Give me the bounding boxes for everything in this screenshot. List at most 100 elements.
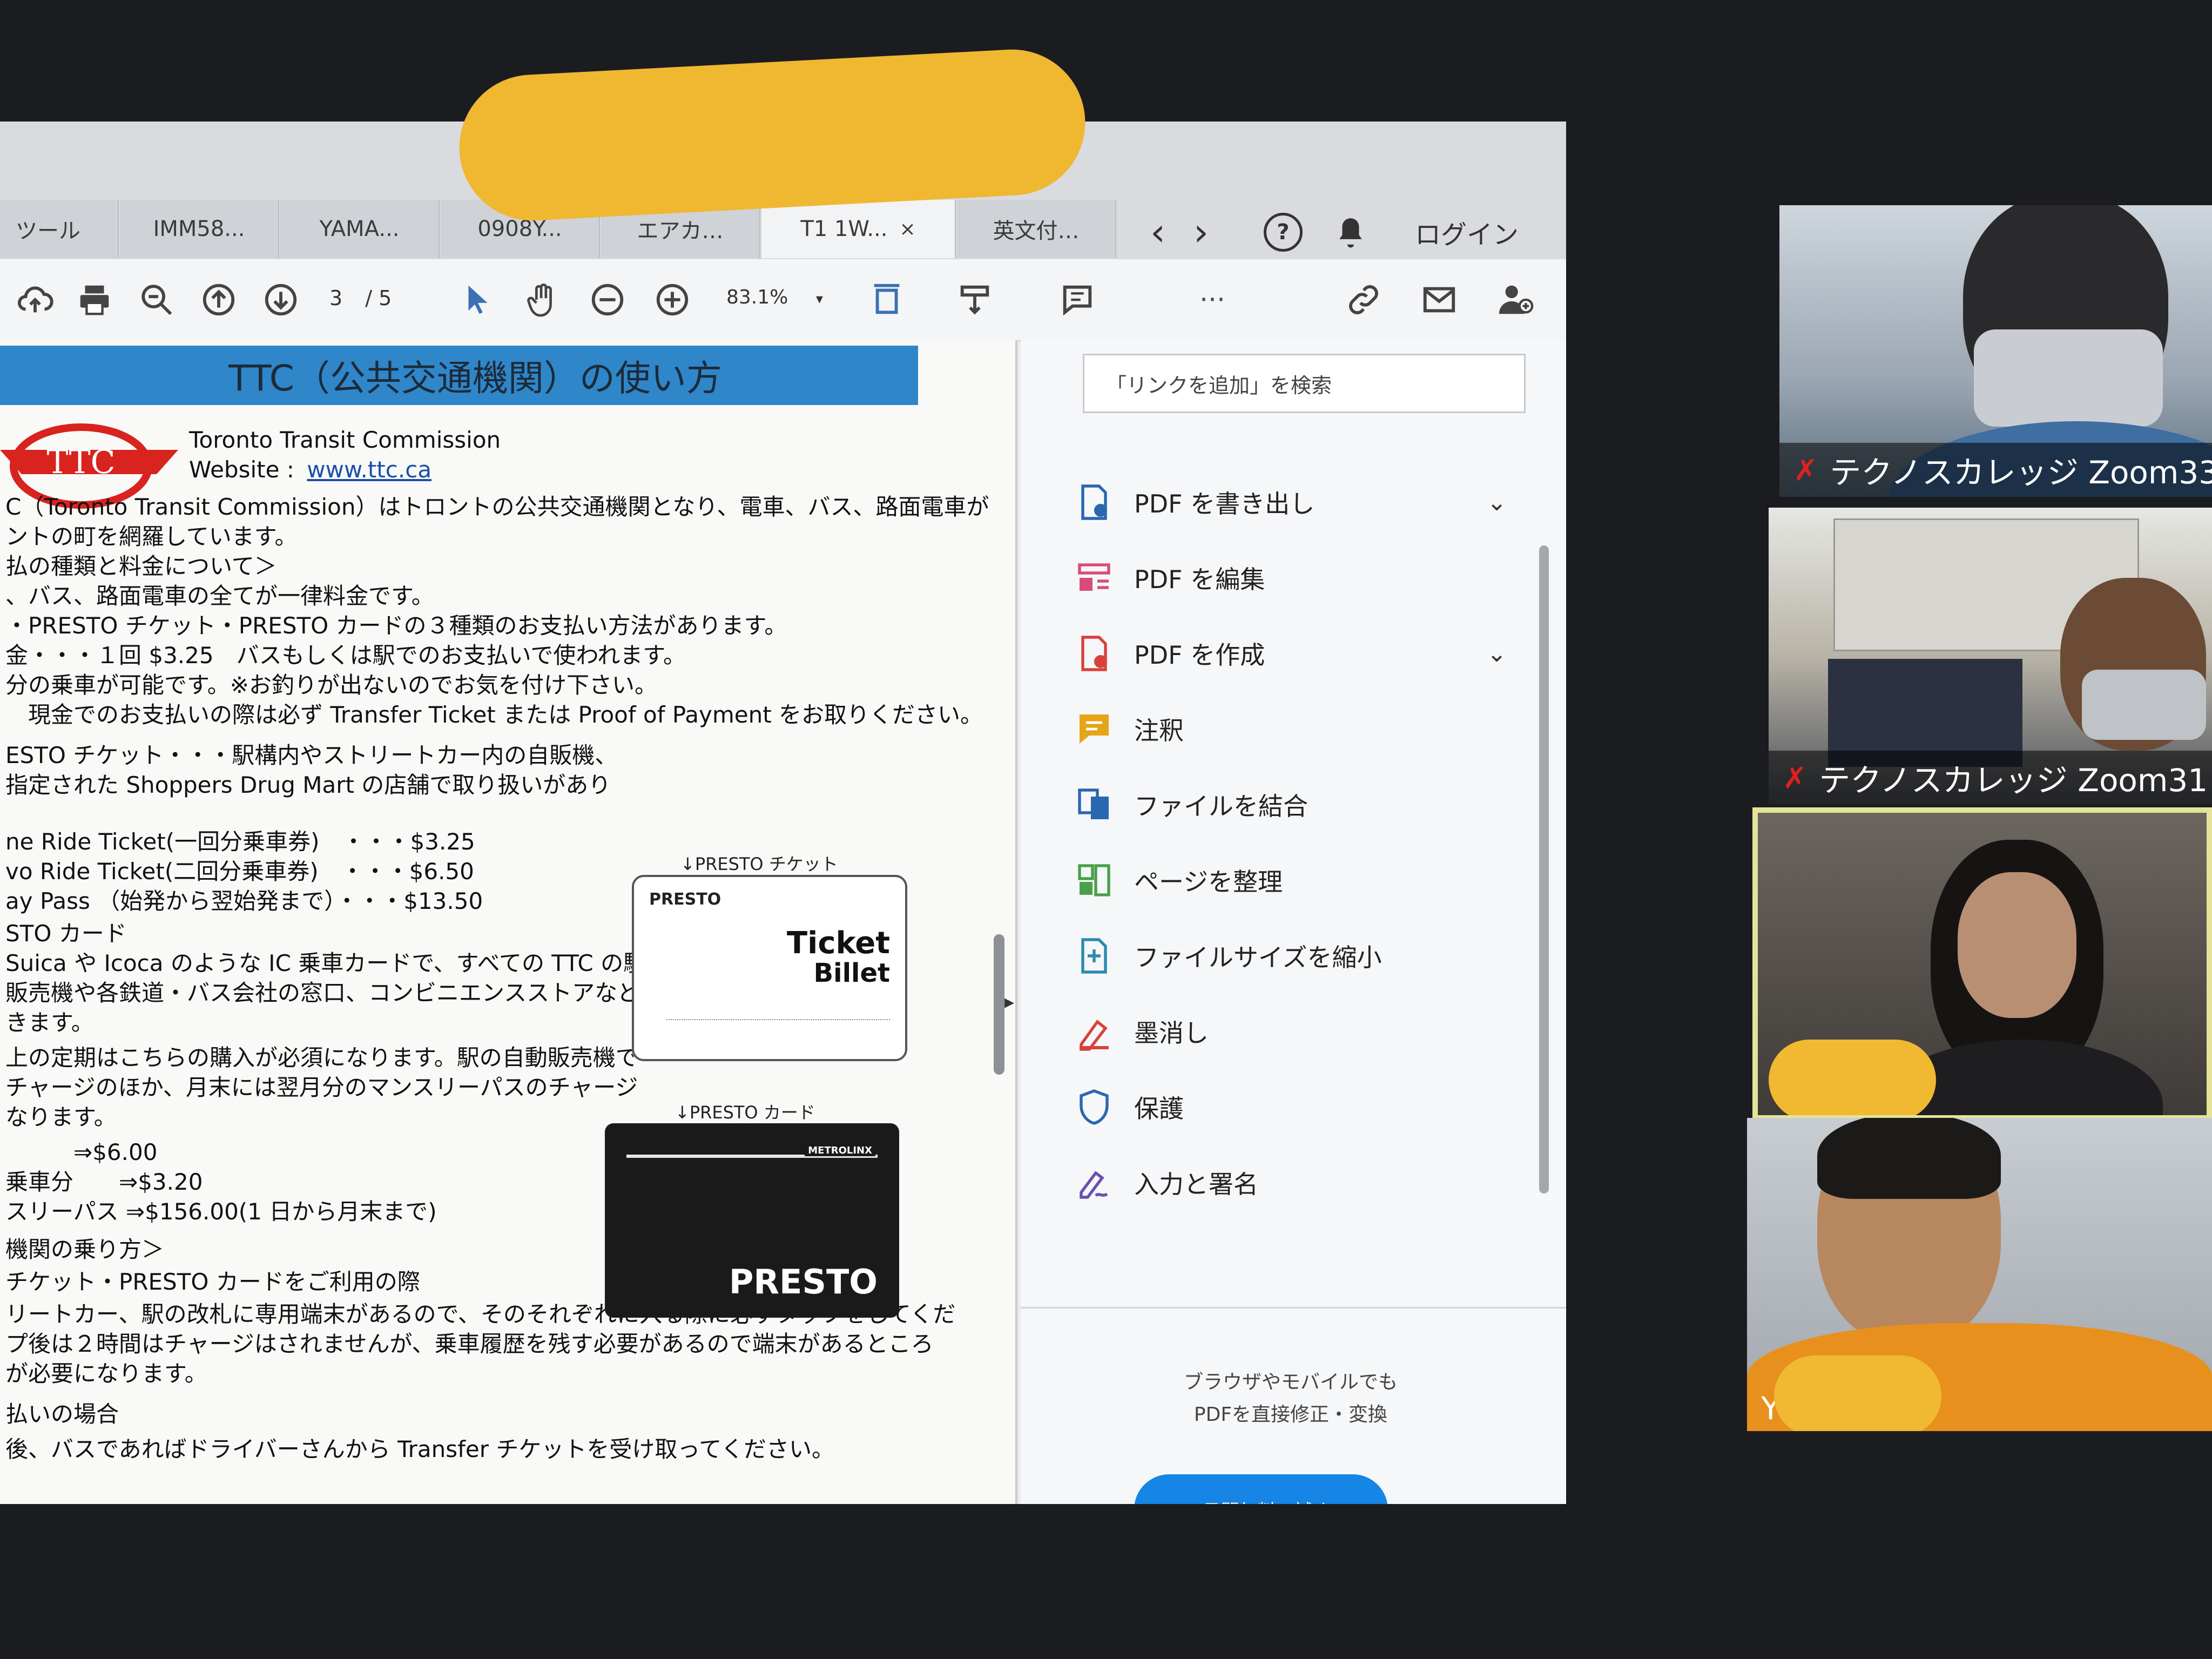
tool-label: 入力と署名 bbox=[1134, 1170, 1258, 1199]
zoom-select[interactable]: 83.1% ▾ bbox=[726, 286, 823, 308]
print-button[interactable] bbox=[70, 275, 119, 324]
arrow-up-circle-icon bbox=[203, 284, 235, 316]
zoom-in-button[interactable] bbox=[648, 275, 697, 324]
tools-search-input[interactable]: 「リンクを追加」を検索 bbox=[1083, 354, 1526, 413]
presto-card-image: METROLINX PRESTO bbox=[605, 1123, 899, 1318]
tab-document[interactable]: YAMA... bbox=[280, 200, 440, 258]
tool-create-pdf[interactable]: PDF を作成 ⌄ bbox=[1075, 626, 1507, 680]
add-person-button[interactable] bbox=[1491, 275, 1539, 324]
website-link[interactable]: www.ttc.ca bbox=[307, 456, 431, 483]
select-tool-button[interactable] bbox=[454, 275, 502, 324]
zoom-out-search-button[interactable] bbox=[132, 275, 181, 324]
body-text: 金・・・１回 $3.25 バスもしくは駅でのお支払いで使われます。 bbox=[5, 642, 686, 669]
document-scrollbar[interactable] bbox=[994, 934, 1004, 1075]
tab-document[interactable]: IMM58... bbox=[120, 200, 279, 258]
redaction-blob bbox=[1769, 1040, 1936, 1115]
card-operator: METROLINX bbox=[805, 1145, 875, 1156]
participant-face bbox=[1958, 872, 2076, 1018]
free-trial-button[interactable]: 7日間無料で試す bbox=[1134, 1474, 1388, 1504]
tab-close-icon[interactable]: × bbox=[899, 218, 915, 240]
tab-prev-button[interactable]: ‹ bbox=[1150, 208, 1165, 257]
share-link-button[interactable] bbox=[1339, 275, 1388, 324]
fill-sign-icon bbox=[1080, 1171, 1108, 1199]
tab-next-button[interactable]: › bbox=[1193, 208, 1209, 257]
section-heading: STO カード bbox=[5, 920, 127, 947]
envelope-icon bbox=[1423, 287, 1455, 313]
tools-pane: 「リンクを追加」を検索 PDF を書き出し ⌄ PDF を編集 PDF を作成 … bbox=[1021, 340, 1566, 1504]
upload-button[interactable] bbox=[11, 275, 59, 324]
email-button[interactable] bbox=[1415, 275, 1464, 324]
tool-export-pdf[interactable]: PDF を書き出し ⌄ bbox=[1075, 475, 1507, 529]
tab-tools[interactable]: ツール bbox=[0, 200, 119, 258]
tab-label: YAMA... bbox=[319, 217, 400, 241]
shield-icon bbox=[1080, 1089, 1109, 1125]
active-speaker-tile[interactable] bbox=[1752, 807, 2212, 1121]
redaction-blob bbox=[1774, 1355, 1941, 1431]
comment-button[interactable] bbox=[1053, 275, 1102, 324]
promo-line: PDFを直接修正・変換 bbox=[1193, 1404, 1388, 1426]
previous-page-button[interactable] bbox=[194, 275, 243, 324]
participant-video-tile[interactable]: ✗ テクノスカレッジ Zoom33 bbox=[1779, 205, 2212, 497]
card-brand: PRESTO bbox=[729, 1262, 878, 1301]
fit-page-icon bbox=[874, 284, 900, 314]
participant-video-tile[interactable]: ✗ テクノスカレッジ Zoom31 bbox=[1769, 508, 2212, 805]
tool-comment[interactable]: 注釈 bbox=[1075, 702, 1507, 756]
page-title: TTC（公共交通機関）の使い方 bbox=[0, 346, 918, 405]
body-text: 、バス、路面電車の全てが一律料金です。 bbox=[5, 583, 434, 609]
participant-mask bbox=[1974, 329, 2163, 427]
tool-organize-pages[interactable]: ページを整理 bbox=[1075, 853, 1507, 907]
page-indicator[interactable]: 3 / 5 bbox=[329, 286, 392, 310]
fare-row: 乗車分 ⇒$3.20 bbox=[5, 1169, 203, 1195]
next-page-button[interactable] bbox=[257, 275, 305, 324]
scroll-mode-button[interactable] bbox=[950, 275, 999, 324]
body-text: 指定された Shoppers Drug Mart の店舗で取り扱いがあり bbox=[5, 772, 611, 798]
link-icon bbox=[1349, 285, 1378, 314]
chevron-down-icon[interactable]: ⌄ bbox=[1487, 640, 1507, 667]
chevron-down-icon: ▾ bbox=[815, 291, 823, 307]
section-heading: 機関の乗り方＞ bbox=[5, 1236, 165, 1263]
notifications-button[interactable] bbox=[1334, 208, 1367, 257]
more-tools-button[interactable]: ··· bbox=[1188, 275, 1237, 324]
help-button[interactable]: ? bbox=[1264, 208, 1303, 257]
tool-label: ファイルサイズを縮小 bbox=[1134, 943, 1382, 972]
tool-label: PDF を書き出し bbox=[1134, 489, 1315, 518]
fit-page-button[interactable] bbox=[864, 275, 913, 324]
divider bbox=[1021, 1307, 1566, 1309]
pane-collapse-toggle[interactable]: ▸ bbox=[1004, 991, 1014, 1013]
printer-icon bbox=[80, 285, 109, 315]
organize-pages-icon bbox=[1078, 864, 1110, 896]
fare-row: ay Pass （始発から翌始発まで）・・・$13.50 bbox=[5, 888, 483, 914]
tool-fill-sign[interactable]: 入力と署名 bbox=[1075, 1156, 1507, 1210]
hand-tool-button[interactable] bbox=[518, 275, 567, 324]
pane-scrollbar[interactable] bbox=[1539, 545, 1549, 1193]
body-text: ントの町を網羅しています。 bbox=[5, 523, 298, 550]
participant-name: テクノスカレッジ Zoom33 bbox=[1830, 454, 2212, 491]
tab-document[interactable]: 英文付… bbox=[957, 200, 1116, 258]
ticket-fine-print bbox=[666, 1019, 890, 1046]
login-link[interactable]: ログイン bbox=[1415, 208, 1519, 257]
tab-document-active[interactable]: T1 1W... × bbox=[761, 200, 956, 258]
participant-video-tile[interactable]: Y bbox=[1747, 1118, 2212, 1431]
tool-redact[interactable]: 墨消し bbox=[1075, 1004, 1507, 1058]
body-text: ・PRESTO チケット・PRESTO カードの３種類のお支払い方法があります。 bbox=[5, 612, 787, 639]
tool-label: PDF を作成 bbox=[1134, 640, 1265, 670]
page-current[interactable]: 3 bbox=[329, 286, 342, 310]
tool-compress-pdf[interactable]: ファイルサイズを縮小 bbox=[1075, 929, 1507, 983]
comment-icon bbox=[1080, 714, 1109, 744]
zoom-out-button[interactable] bbox=[583, 275, 632, 324]
tool-protect[interactable]: 保護 bbox=[1075, 1080, 1507, 1134]
tool-edit-pdf[interactable]: PDF を編集 bbox=[1075, 551, 1507, 605]
website-label: Website : bbox=[189, 456, 294, 483]
body-text: きます。 bbox=[5, 1009, 94, 1036]
body-text: C（Toronto Transit Commission）はトロントの公共交通機… bbox=[5, 494, 989, 520]
add-person-icon bbox=[1499, 285, 1534, 314]
participant-hair bbox=[1817, 1118, 2001, 1199]
chevron-down-icon[interactable]: ⌄ bbox=[1487, 489, 1507, 516]
participant-name-label: ✗ テクノスカレッジ Zoom31 bbox=[1769, 751, 2212, 805]
cursor-icon bbox=[468, 285, 488, 314]
fare-row: スリーパス ⇒$156.00(1 日から月末まで) bbox=[5, 1198, 437, 1225]
body-text: 後、バスであればドライバーさんから Transfer チケットを受け取ってくださ… bbox=[5, 1436, 834, 1462]
tool-combine-files[interactable]: ファイルを結合 bbox=[1075, 778, 1507, 832]
tool-label: 注釈 bbox=[1134, 716, 1184, 745]
fare-row: vo Ride Ticket(二回分乗車券) ・・・$6.50 bbox=[5, 858, 474, 885]
